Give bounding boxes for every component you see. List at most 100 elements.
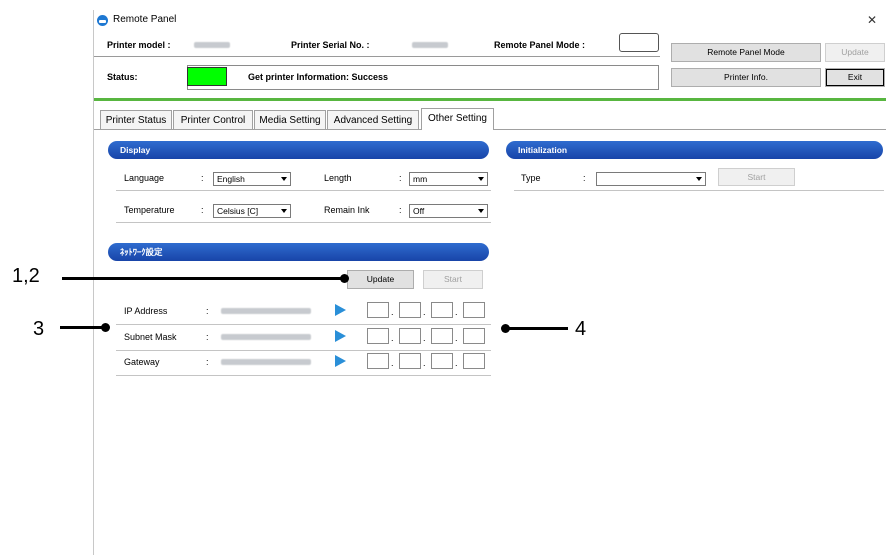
status-accent-bar bbox=[94, 98, 886, 101]
ip-address-colon: : bbox=[206, 306, 209, 316]
remain-ink-select-value: Off bbox=[413, 206, 425, 216]
network-row-divider bbox=[116, 375, 491, 376]
network-row-divider bbox=[116, 324, 491, 325]
tab-printer-control[interactable]: Printer Control bbox=[173, 110, 253, 130]
subnet-octet-1-input[interactable] bbox=[367, 328, 389, 344]
chevron-down-icon bbox=[279, 174, 289, 184]
length-select-value: mm bbox=[413, 174, 428, 184]
length-select[interactable]: mm bbox=[409, 172, 488, 186]
subnet-mask-colon: : bbox=[206, 332, 209, 342]
chevron-down-icon bbox=[694, 174, 704, 184]
remote-panel-window: Remote Panel ✕ Printer model : Printer S… bbox=[93, 10, 886, 555]
gateway-colon: : bbox=[206, 357, 209, 367]
tab-advanced-setting[interactable]: Advanced Setting bbox=[327, 110, 419, 130]
temperature-select[interactable]: Celsius [C] bbox=[213, 204, 291, 218]
gateway-octet-4-input[interactable] bbox=[463, 353, 485, 369]
header-update-button[interactable]: Update bbox=[825, 43, 885, 62]
exit-button[interactable]: Exit bbox=[825, 68, 885, 87]
serial-value bbox=[412, 42, 448, 48]
init-row-divider bbox=[514, 190, 884, 191]
display-row-divider bbox=[116, 222, 491, 223]
language-select-value: English bbox=[217, 174, 245, 184]
app-icon bbox=[97, 15, 108, 26]
init-type-colon: : bbox=[583, 173, 586, 183]
ip-octet-2-input[interactable] bbox=[399, 302, 421, 318]
display-row-divider bbox=[116, 190, 491, 191]
ip-dot: . bbox=[423, 358, 426, 368]
header-divider bbox=[94, 56, 660, 57]
ip-dot: . bbox=[391, 333, 394, 343]
temperature-label: Temperature bbox=[124, 205, 175, 215]
remote-panel-mode-label: Remote Panel Mode : bbox=[494, 40, 586, 50]
ip-dot: . bbox=[455, 358, 458, 368]
subnet-mask-current-value bbox=[221, 334, 311, 340]
init-start-button[interactable]: Start bbox=[718, 168, 795, 186]
gateway-octet-2-input[interactable] bbox=[399, 353, 421, 369]
callout-dot-1-2 bbox=[340, 274, 349, 283]
window-title: Remote Panel bbox=[113, 14, 177, 25]
ip-dot: . bbox=[455, 333, 458, 343]
printer-model-label: Printer model : bbox=[107, 40, 171, 50]
ip-dot: . bbox=[391, 307, 394, 317]
callout-line-1-2 bbox=[62, 277, 344, 280]
temperature-select-value: Celsius [C] bbox=[217, 206, 259, 216]
remain-ink-colon: : bbox=[399, 205, 402, 215]
ip-dot: . bbox=[455, 307, 458, 317]
ip-octet-3-input[interactable] bbox=[431, 302, 453, 318]
init-type-select[interactable] bbox=[596, 172, 706, 186]
ip-dot: . bbox=[423, 307, 426, 317]
copy-arrow-icon[interactable] bbox=[335, 330, 346, 342]
ip-address-current-value bbox=[221, 308, 311, 314]
ip-dot: . bbox=[391, 358, 394, 368]
subnet-octet-4-input[interactable] bbox=[463, 328, 485, 344]
printer-info-button[interactable]: Printer Info. bbox=[671, 68, 821, 87]
language-label: Language bbox=[124, 173, 165, 183]
status-led bbox=[187, 67, 227, 86]
network-start-button[interactable]: Start bbox=[423, 270, 483, 289]
ip-octet-1-input[interactable] bbox=[367, 302, 389, 318]
tab-printer-status[interactable]: Printer Status bbox=[100, 110, 172, 130]
remain-ink-select[interactable]: Off bbox=[409, 204, 488, 218]
ip-octet-4-input[interactable] bbox=[463, 302, 485, 318]
length-label: Length bbox=[324, 173, 352, 183]
copy-arrow-icon[interactable] bbox=[335, 355, 346, 367]
callout-line-4 bbox=[505, 327, 568, 330]
callout-dot-3 bbox=[101, 323, 110, 332]
ip-address-label: IP Address bbox=[124, 306, 168, 316]
tab-other-setting[interactable]: Other Setting bbox=[421, 108, 494, 130]
initialization-section-header: Initialization bbox=[506, 141, 883, 159]
copy-arrow-icon[interactable] bbox=[335, 304, 346, 316]
status-message: Get printer Information: Success bbox=[248, 72, 389, 82]
title-bar: Remote Panel ✕ bbox=[94, 10, 886, 34]
remain-ink-label: Remain Ink bbox=[324, 205, 370, 215]
tab-media-setting[interactable]: Media Setting bbox=[254, 110, 326, 130]
gateway-current-value bbox=[221, 359, 311, 365]
network-update-button[interactable]: Update bbox=[347, 270, 414, 289]
close-icon[interactable]: ✕ bbox=[867, 13, 877, 27]
chevron-down-icon bbox=[476, 206, 486, 216]
gateway-octet-1-input[interactable] bbox=[367, 353, 389, 369]
network-row-divider bbox=[116, 350, 491, 351]
printer-model-value bbox=[194, 42, 230, 48]
chevron-down-icon bbox=[476, 174, 486, 184]
callout-line-3 bbox=[60, 326, 105, 329]
subnet-octet-2-input[interactable] bbox=[399, 328, 421, 344]
ip-dot: . bbox=[423, 333, 426, 343]
display-section-header: Display bbox=[108, 141, 489, 159]
gateway-octet-3-input[interactable] bbox=[431, 353, 453, 369]
network-section-header: ﾈｯﾄﾜｰｸ設定 bbox=[108, 243, 489, 261]
temperature-colon: : bbox=[201, 205, 204, 215]
remote-panel-mode-button[interactable]: Remote Panel Mode bbox=[671, 43, 821, 62]
callout-label-4: 4 bbox=[575, 318, 587, 340]
language-select[interactable]: English bbox=[213, 172, 291, 186]
gateway-label: Gateway bbox=[124, 357, 160, 367]
callout-label-3: 3 bbox=[33, 318, 45, 340]
length-colon: : bbox=[399, 173, 402, 183]
serial-label: Printer Serial No. : bbox=[291, 40, 370, 50]
chevron-down-icon bbox=[279, 206, 289, 216]
status-label: Status: bbox=[107, 72, 138, 82]
language-colon: : bbox=[201, 173, 204, 183]
subnet-octet-3-input[interactable] bbox=[431, 328, 453, 344]
subnet-mask-label: Subnet Mask bbox=[124, 332, 177, 342]
init-type-label: Type bbox=[521, 173, 541, 183]
